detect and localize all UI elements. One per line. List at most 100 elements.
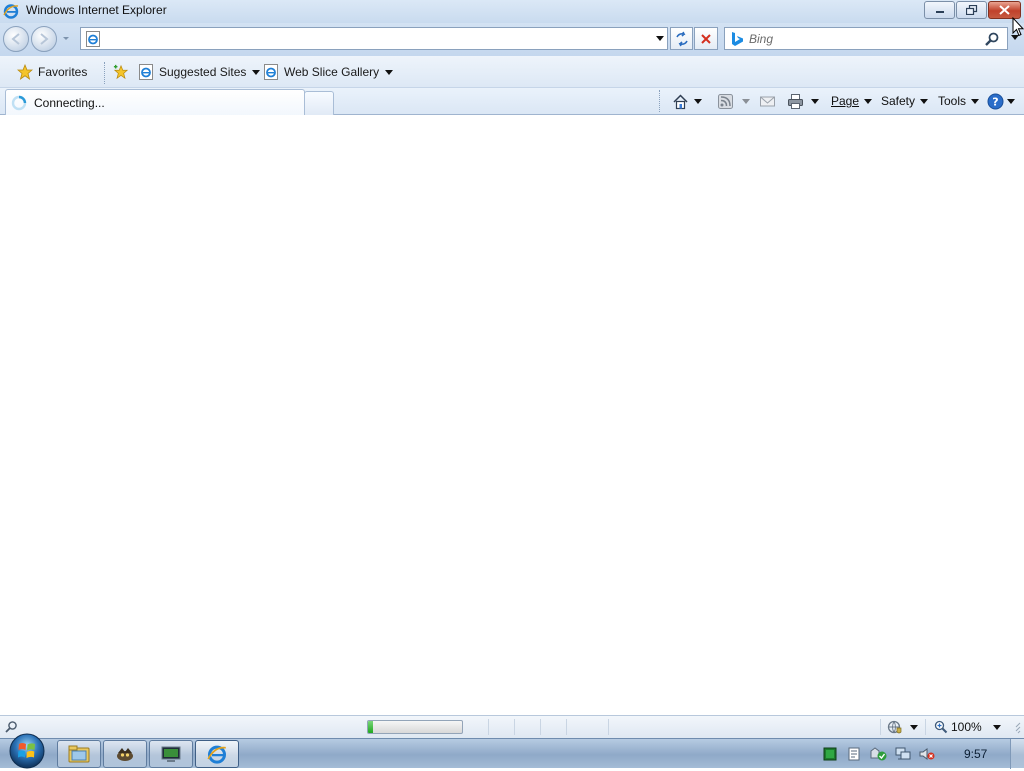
refresh-button[interactable] [670,27,693,50]
svg-text:?: ? [992,95,998,108]
bing-icon [732,32,743,46]
favorites-button[interactable]: Favorites [17,62,87,82]
internet-explorer-icon [207,745,226,764]
status-divider [925,719,926,735]
rss-feed-icon [718,93,733,109]
page-content-area[interactable] [0,115,1024,715]
safety-menu[interactable]: Safety [881,91,929,111]
status-bar: 100% [0,715,1024,738]
stop-icon [701,33,711,44]
chevron-down-icon [864,98,873,104]
tab-active[interactable]: Connecting... [5,89,305,116]
network-icon[interactable] [895,747,911,761]
command-bar-separator [659,90,660,112]
suggested-sites-label: Suggested Sites [159,65,247,79]
read-mail-button[interactable] [759,91,776,111]
safety-menu-label: Safety [881,94,916,108]
action-center-icon[interactable] [870,747,888,761]
restore-icon [965,5,977,15]
recent-pages-dropdown[interactable] [61,33,71,43]
web-slice-gallery-link[interactable]: Web Slice Gallery [263,62,394,82]
title-bar[interactable]: Windows Internet Explorer [0,0,1024,23]
feeds-button[interactable] [717,91,750,111]
ie-page-icon [264,64,278,80]
favorites-separator [104,62,105,84]
page-menu-label: Page [831,94,860,108]
tab-row: Connecting... Page Safety Tools ? [0,88,1024,116]
ie-page-icon [86,31,100,47]
web-slice-gallery-label: Web Slice Gallery [284,65,380,79]
windows-start-orb-icon[interactable] [7,731,47,771]
refresh-icon [675,31,688,46]
protected-mode-icon[interactable] [887,719,903,735]
zoom-magnifier-icon [934,720,948,734]
taskbar-ie-button[interactable] [195,740,239,768]
print-button[interactable] [787,91,819,111]
console-icon [161,746,181,762]
tab-label: Connecting... [34,96,105,110]
taskbar-clock[interactable]: 9:57 [964,747,987,761]
zoom-control[interactable]: 100% [934,719,982,735]
magnifier-icon[interactable] [984,31,1000,47]
chevron-down-icon[interactable] [910,725,918,730]
chevron-down-icon [252,69,261,75]
favorites-label: Favorites [38,65,88,79]
tools-menu[interactable]: Tools [938,91,980,111]
favorites-star-icon [17,64,33,80]
ie-window: Windows Internet Explorer Bing Favorites… [0,0,1024,738]
add-to-favorites-bar-button[interactable] [113,62,134,82]
volume-muted-icon[interactable] [919,747,935,761]
tray-green-icon[interactable] [823,747,837,761]
tools-menu-label: Tools [938,94,967,108]
close-icon [999,5,1010,15]
chevron-down-icon[interactable] [742,98,750,104]
status-divider [540,719,541,735]
help-icon: ? [987,93,1004,109]
forward-button[interactable] [31,26,57,52]
search-input[interactable] [749,30,979,48]
tray-doc-icon[interactable] [847,747,861,761]
status-divider [488,719,489,735]
taskbar-console-button[interactable] [149,740,193,768]
chevron-down-icon [971,98,980,104]
page-menu[interactable]: Page [831,91,873,111]
loading-spinner-icon [11,95,27,111]
back-arrow-icon [11,33,20,45]
add-favorite-star-icon [113,64,129,80]
address-input[interactable] [105,30,645,48]
game-icon [117,748,133,761]
show-desktop-button[interactable] [1010,739,1024,769]
search-box[interactable] [724,27,1008,50]
status-divider [514,719,515,735]
chevron-down-icon [385,69,394,75]
chevron-down-icon[interactable] [811,98,819,104]
progress-fill [368,721,373,733]
ie-page-icon [139,64,153,80]
chevron-down-icon [1007,98,1015,104]
new-tab-button[interactable] [304,91,334,115]
caption-buttons [923,1,1021,20]
chevron-down-icon[interactable] [694,98,702,104]
help-menu[interactable]: ? [987,91,1015,111]
forward-arrow-icon [40,33,49,45]
printer-icon [788,93,803,109]
address-dropdown-icon[interactable] [656,36,664,42]
status-divider [608,719,609,735]
page-load-progress-bar [367,720,463,734]
navigation-bar [0,23,1024,56]
back-button[interactable] [3,26,29,52]
taskbar-game-button[interactable] [103,740,147,768]
stop-button[interactable] [694,27,718,50]
resize-grip-icon[interactable] [1012,719,1021,735]
ie-logo-icon [3,4,19,19]
taskbar-explorer-button[interactable] [57,740,101,768]
zoom-level-label: 100% [951,720,982,734]
address-bar[interactable] [80,27,668,50]
suggested-sites-link[interactable]: Suggested Sites [138,62,261,82]
chevron-down-icon[interactable] [993,725,1001,730]
folder-explorer-icon [68,745,90,763]
mail-icon [760,96,775,106]
home-button[interactable] [672,91,702,111]
restore-button[interactable] [956,1,987,19]
minimize-button[interactable] [924,1,955,19]
